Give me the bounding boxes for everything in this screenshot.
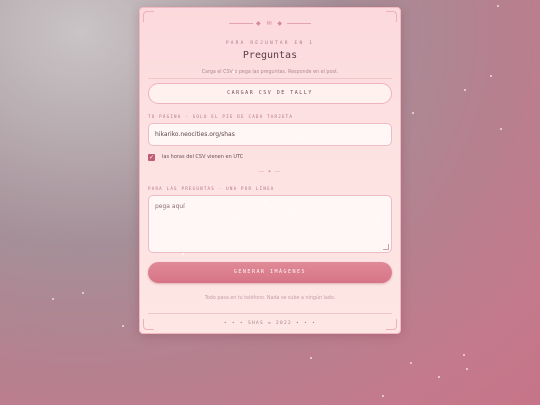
background-star — [410, 362, 412, 364]
eyebrow-text: PARA REJUNTAR EN 1 — [225, 41, 315, 46]
questions-field-label: PARA LAS PREGUNTAS · UNA POR LÍNEA — [148, 186, 275, 191]
background-star — [438, 376, 440, 378]
background-star — [310, 357, 312, 359]
page-url-input[interactable]: hikariko.neocities.org/shas — [148, 123, 392, 146]
header-ornament: ◆ ✉ ◆ — [140, 20, 400, 27]
background-star — [412, 112, 414, 114]
utc-checkbox[interactable]: ✓ — [148, 154, 155, 161]
background-star — [382, 395, 384, 397]
load-csv-button[interactable]: CARGAR CSV DE TALLY — [148, 83, 392, 104]
sparkle — [233, 71, 235, 73]
sparkle — [377, 221, 379, 223]
questions-placeholder: pega aquí — [155, 203, 185, 210]
footer-text: • • • SHAS ✉ 2022 • • • — [223, 321, 317, 326]
background-star — [500, 128, 502, 130]
sparkle — [234, 216, 236, 218]
sparkle — [264, 201, 266, 203]
sparkle — [300, 136, 302, 138]
background-star — [464, 89, 466, 91]
sparkle — [290, 213, 292, 215]
background-star — [490, 75, 492, 77]
background-star — [52, 298, 54, 300]
privacy-note: Todo pasa en tu teléfono. Nada se sube a… — [204, 296, 336, 301]
sparkle — [182, 253, 184, 255]
background-star — [463, 354, 465, 356]
divider-line — [148, 313, 392, 314]
questions-textarea[interactable]: pega aquí — [148, 195, 392, 253]
resize-handle[interactable] — [383, 244, 389, 250]
page-subtitle: Carga el CSV o pega las preguntas. Respo… — [201, 70, 339, 75]
form-card: ◆ ✉ ◆ PARA REJUNTAR EN 1 Preguntas Carga… — [139, 7, 401, 334]
page-title: Preguntas — [242, 50, 298, 61]
utc-checkbox-label: las horas del CSV vienen en UTC — [162, 154, 244, 160]
page-field-label: TU PÁGINA · SOLO EL PIE DE CADA TARJETA — [148, 114, 294, 119]
section-divider: — ✦ — — [258, 169, 282, 175]
background-star — [497, 5, 499, 7]
background-star — [122, 325, 124, 327]
background-star — [82, 292, 84, 294]
background-star — [466, 368, 468, 370]
divider-line — [148, 78, 392, 79]
generate-images-button[interactable]: GENERAR IMÁGENES — [148, 262, 392, 283]
